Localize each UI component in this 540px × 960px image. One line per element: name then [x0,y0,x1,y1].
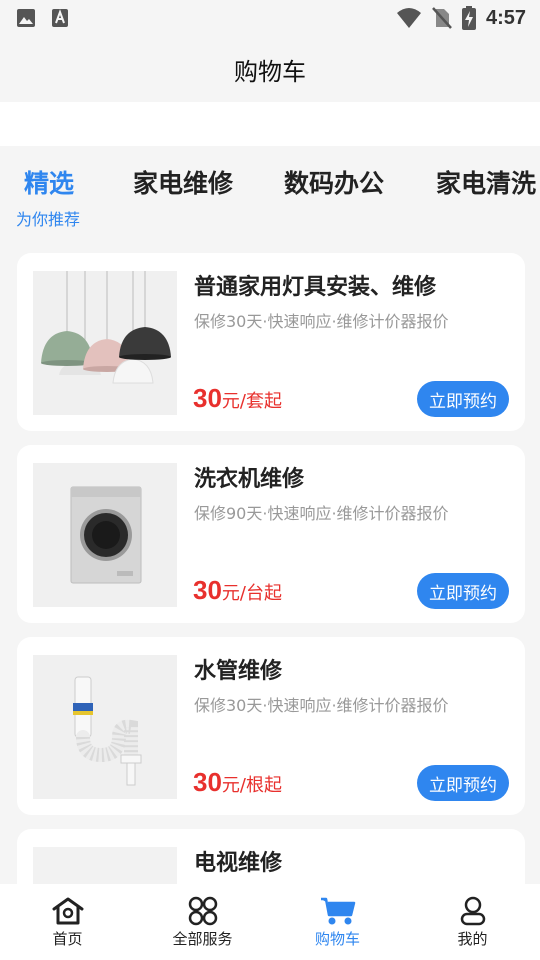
bottom-nav: 首页 全部服务 购物车 我的 [0,884,540,960]
price-value: 30 [193,575,222,605]
book-now-button[interactable]: 立即预约 [417,381,509,417]
home-icon [52,897,83,925]
nav-mine[interactable]: 我的 [405,884,540,960]
wifi-icon [396,8,421,28]
product-card[interactable]: 水管维修 保修30天·快速响应·维修计价器报价 30元/根起 立即预约 [17,637,525,815]
drain-pipe-image [33,655,177,799]
price-value: 30 [193,383,222,413]
product-card[interactable]: 普通家用灯具安装、维修 保修30天·快速响应·维修计价器报价 30元/套起 立即… [17,253,525,431]
tab-appliance-repair[interactable]: 家电维修 [133,164,233,200]
product-price: 30元/根起 [193,767,282,798]
cart-icon [320,897,355,925]
price-unit: 元/套起 [221,391,282,412]
status-time: 4:57 [485,6,526,29]
no-sim-icon [432,7,452,29]
product-title: 洗衣机维修 [194,467,305,492]
page-title: 购物车 [234,57,306,86]
text-a-icon [52,9,68,27]
price-unit: 元/台起 [221,583,282,604]
tab-subtitle: 为你推荐 [16,210,81,229]
washing-machine-image [33,463,177,607]
user-icon [460,896,485,926]
nav-mine-label: 我的 [457,930,488,948]
product-card[interactable]: 洗衣机维修 保修90天·快速响应·维修计价器报价 30元/台起 立即预约 [17,445,525,623]
price-unit: 元/根起 [221,775,282,796]
nav-all-services[interactable]: 全部服务 [135,884,270,960]
product-price: 30元/台起 [193,575,282,606]
nav-home[interactable]: 首页 [0,884,135,960]
title-bar: 购物车 [0,36,540,102]
product-subtitle: 保修90天·快速响应·维修计价器报价 [194,504,449,523]
pendant-lamps-image [33,271,177,415]
tab-digital-office[interactable]: 数码办公 [284,164,384,200]
nav-all-services-label: 全部服务 [172,930,233,948]
nav-cart-label: 购物车 [314,930,360,948]
header-spacer [0,102,540,146]
product-subtitle: 保修30天·快速响应·维修计价器报价 [194,312,449,331]
status-bar: 4:57 [0,0,540,36]
product-price: 30元/套起 [193,383,282,414]
battery-charging-icon [461,6,476,30]
book-now-button[interactable]: 立即预约 [417,573,509,609]
image-icon [17,9,35,27]
product-subtitle: 保修30天·快速响应·维修计价器报价 [194,696,449,715]
tab-featured[interactable]: 精选 [24,164,74,200]
tab-appliance-cleaning[interactable]: 家电清洗 [436,164,536,200]
product-title: 电视维修 [194,851,283,876]
nav-home-label: 首页 [52,930,83,948]
price-value: 30 [193,767,222,797]
product-title: 水管维修 [194,659,283,684]
category-tabs: 精选 家电维修 数码办公 家电清洗 为你推荐 [0,146,540,236]
product-title: 普通家用灯具安装、维修 [194,275,437,300]
nav-cart[interactable]: 购物车 [270,884,405,960]
grid-icon [188,896,217,926]
book-now-button[interactable]: 立即预约 [417,765,509,801]
